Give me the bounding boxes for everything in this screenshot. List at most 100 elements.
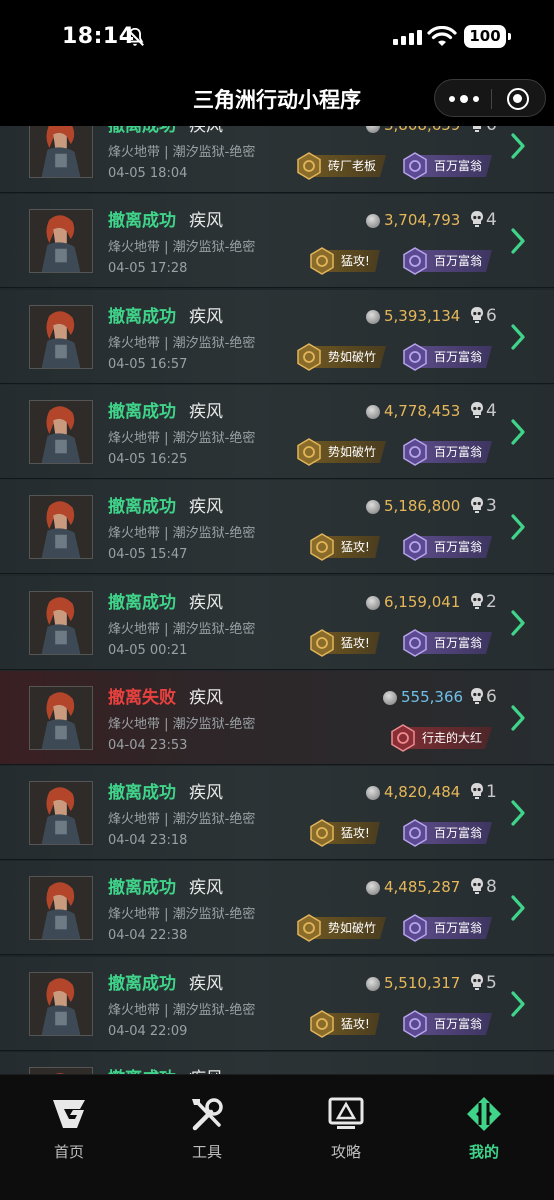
map-name: 烽火地带 | 潮汐监狱-绝密 [108,240,256,255]
avatar [29,400,93,464]
badge-emblem-icon [310,1010,334,1038]
avatar [29,495,93,559]
extraction-status: 撤离成功 [108,1064,176,1074]
match-record-list[interactable]: 撤离成功疾风烽火地带 | 潮汐监狱-绝密04-05 18:043,808,659… [0,126,554,1074]
asset-value: 3,704,793 [384,211,461,229]
coin-icon [366,126,380,133]
tab-home[interactable]: 首页 [19,1095,119,1162]
home-g-logo-icon [53,1100,85,1128]
badge-emblem-icon [297,343,321,371]
asset-value: 5,186,800 [384,497,461,515]
coin-icon [366,881,380,895]
operator-name: 疾风 [189,307,223,327]
badge-emblem-icon [403,247,427,275]
extraction-status: 撤离成功 [108,593,176,613]
tab-guide[interactable]: 攻略 [296,1095,396,1162]
match-time: 04-04 23:53 [108,738,188,753]
kill-count: 6 [486,687,497,707]
tab-profile[interactable]: 我的 [434,1095,534,1162]
kill-count: 2 [486,592,497,612]
list-item[interactable]: 撤离成功 疾风 烽火地带 | 潮汐监狱-绝密 04-05 16:25 4,778,453… [0,385,554,479]
tab-guide-label: 攻略 [330,1143,361,1161]
wifi-icon [427,26,457,46]
badge-emblem-icon [391,724,415,752]
kill-count: 5 [486,973,497,993]
chevron-right-icon [511,610,525,636]
chevron-right-icon [511,133,525,159]
close-target-icon[interactable] [507,88,529,110]
map-name: 烽火地带 | 潮汐监狱-绝密 [108,431,256,446]
badge-emblem-icon [297,438,321,466]
list-item[interactable]: 撤离成功 疾风 烽火地带 | 潮汐监狱-绝密 04-05 00:21 6,159,041… [0,576,554,670]
avatar [29,781,93,845]
extraction-status: 撤离成功 [108,126,176,136]
kill-count: 4 [486,210,497,230]
list-item[interactable]: 撤离成功 疾风 烽火地带 | 潮汐监狱-绝密 04-04 22:38 4,485,287… [0,861,554,955]
list-item[interactable]: 撤离成功 疾风 烽火地带 | 潮汐监狱-绝密 04-04 23:18 4,820,484… [0,766,554,860]
map-name: 烽火地带 | 潮汐监狱-绝密 [108,145,256,160]
badge-emblem-icon [310,819,334,847]
map-name: 烽火地带 | 潮汐监狱-绝密 [108,336,256,351]
extraction-status: 撤离失败 [108,688,176,708]
skull-icon [471,688,483,704]
chevron-right-icon [511,800,525,826]
mini-program-capsule [434,79,546,117]
map-name: 烽火地带 | 潮汐监狱-绝密 [108,907,256,922]
skull-icon [471,402,483,418]
badge-emblem-icon [310,629,334,657]
extraction-status: 撤离成功 [108,402,176,422]
list-item[interactable]: 撤离成功 疾风 烽火地带 | 潮汐监狱-绝密 04-05 16:57 5,393,134… [0,290,554,384]
chevron-right-icon [511,228,525,254]
asset-value: 4,485,287 [384,878,461,896]
map-name: 烽火地带 | 潮汐监狱-绝密 [108,622,256,637]
badge-emblem-icon [297,152,321,180]
map-name: 烽火地带 | 潮汐监狱-绝密 [108,526,256,541]
tab-home-label: 首页 [53,1143,84,1161]
list-item[interactable]: 撤离成功 疾风 烽火地带 | 潮汐监狱-绝密 04-05 15:47 5,186,800… [0,480,554,574]
skull-icon [471,307,483,323]
badge-emblem-icon [403,819,427,847]
skull-icon [471,211,483,227]
map-name: 烽火地带 | 潮汐监狱-绝密 [108,1003,256,1018]
avatar [29,126,93,178]
badge-emblem-icon [403,629,427,657]
coin-icon [366,214,380,228]
operator-name: 疾风 [189,497,223,517]
coin-icon [366,786,380,800]
operator-name: 疾风 [189,783,223,803]
more-dots-icon[interactable] [449,90,479,108]
bell-muted-icon [126,27,144,46]
list-item[interactable]: 撤离成功 疾风 [0,1052,554,1074]
asset-value: 555,366 [401,688,464,706]
tab-bar: 首页 工具 攻略 我的 [0,1074,554,1200]
list-item[interactable]: 撤离成功 疾风烽火地带 | 潮汐监狱-绝密 04-05 18:04 3,808,659… [0,126,554,193]
asset-value: 5,393,134 [384,307,461,325]
extraction-status: 撤离成功 [108,783,176,803]
list-item[interactable]: 撤离成功 疾风 烽火地带 | 潮汐监狱-绝密 04-05 17:28 3,704,793… [0,194,554,288]
skull-icon [473,126,481,132]
chevron-right-icon [511,991,525,1017]
profile-diamond-icon [467,1097,501,1131]
operator-name: 疾风 [189,126,223,136]
badge-emblem-icon [403,533,427,561]
skull-icon [471,974,483,990]
skull-icon [471,593,483,609]
map-name: 烽火地带 | 潮汐监狱-绝密 [108,717,256,732]
coin-icon [366,310,380,324]
avatar [29,972,93,1036]
status-bar: 18:14 100 [0,0,554,74]
guide-monitor-icon [328,1097,364,1129]
asset-value: 4,820,484 [384,783,461,801]
match-time: 04-04 23:18 [108,833,188,848]
skull-icon [471,783,483,799]
cellular-signal-icon [393,30,422,45]
badge-emblem-icon [310,533,334,561]
tools-wrench-icon [192,1098,223,1131]
skull-icon [471,878,483,894]
chevron-right-icon [511,705,525,731]
tab-tools[interactable]: 工具 [157,1095,257,1162]
match-time: 04-05 18:04 [108,166,188,181]
list-item[interactable]: 撤离失败 疾风 烽火地带 | 潮汐监狱-绝密 04-04 23:53 555,366 6 行… [0,671,554,765]
match-time: 04-04 22:09 [108,1024,188,1039]
list-item[interactable]: 撤离成功 疾风 烽火地带 | 潮汐监狱-绝密 04-04 22:09 5,510,317… [0,957,554,1051]
